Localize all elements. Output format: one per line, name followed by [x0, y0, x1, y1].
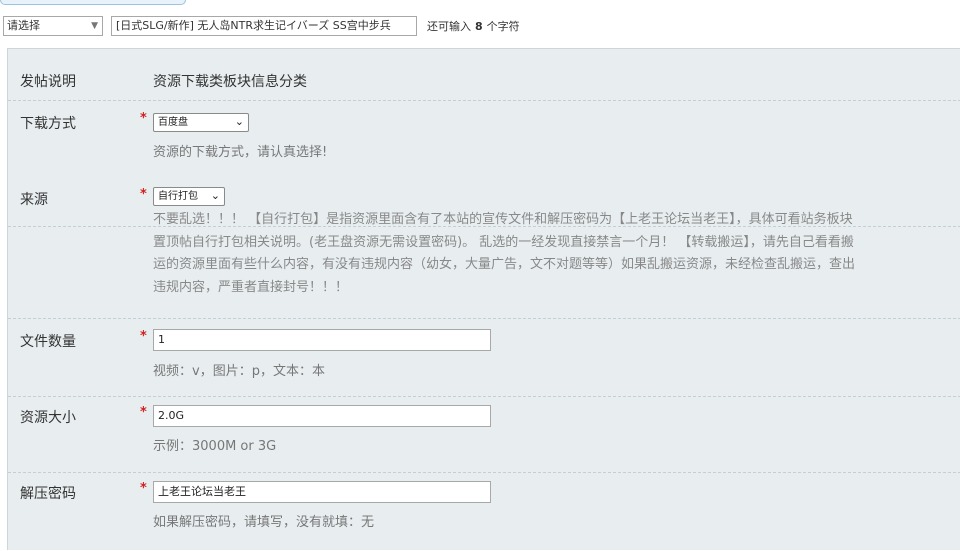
required-mark: * — [140, 405, 147, 420]
file-count-hint: 视频：v，图片：p，文本：本 — [153, 364, 325, 379]
chevron-down-icon: ⌄ — [210, 189, 220, 202]
posting-note-value: 资源下载类板块信息分类 — [153, 74, 307, 90]
top-tab-stub — [0, 0, 186, 5]
required-mark: * — [140, 187, 147, 202]
source-row: 来源 * 自行打包 ⌄ 不要乱选！！！ 【自行打包】是指资源里面含有了本站的宣传… — [8, 177, 960, 319]
unzip-password-input[interactable]: 上老王论坛当老王 — [153, 481, 491, 503]
unzip-password-hint: 如果解压密码，请填写，没有就填：无 — [153, 515, 375, 530]
char-remaining-count: 8 — [475, 20, 483, 33]
download-method-label: 下载方式 — [20, 116, 76, 132]
post-info-form: 发帖说明 资源下载类板块信息分类 下载方式 * 百度盘 ⌄ 资源的下载方式，请认… — [7, 48, 960, 550]
source-hint-line: 运的资源里面有些什么内容，有没有违规内容（幼女，大量广告，文不对题等等）如果乱搬… — [153, 257, 856, 272]
char-remaining-hint: 还可输入 8 个字符 — [427, 20, 520, 33]
source-hint-line: 违规内容，严重者直接封号！！！ — [153, 279, 349, 295]
posting-note-label: 发帖说明 — [20, 74, 76, 90]
source-hint-line: 置顶帖自行打包相关说明。(老王盘资源无需设置密码)。 乱选的一经发现直接禁言一个… — [153, 234, 854, 250]
title-row: 请选择 ▼ [日式SLG/新作] 无人岛NTR求生记イバーズ SS宫中步兵 还可… — [0, 10, 960, 42]
download-method-hint: 资源的下载方式，请认真选择! — [153, 145, 328, 160]
source-hint-line: 不要乱选！！！ 【自行打包】是指资源里面含有了本站的宣传文件和解压密码为【上老王… — [153, 212, 853, 227]
chevron-down-icon: ▼ — [91, 21, 98, 31]
required-mark: * — [140, 111, 147, 126]
unzip-password-row: 解压密码 * 上老王论坛当老王 如果解压密码，请填写，没有就填：无 — [8, 473, 960, 551]
post-type-select-value: 请选择 — [7, 19, 40, 32]
chevron-down-icon: ⌄ — [234, 115, 244, 128]
download-method-select[interactable]: 百度盘 ⌄ — [153, 113, 249, 132]
download-method-select-value: 百度盘 — [158, 117, 188, 128]
source-label: 来源 — [20, 192, 48, 208]
source-select-value: 自行打包 — [158, 191, 198, 202]
required-mark: * — [140, 481, 147, 496]
post-title-input[interactable]: [日式SLG/新作] 无人岛NTR求生记イバーズ SS宫中步兵 — [111, 16, 417, 36]
file-count-label: 文件数量 — [20, 334, 76, 350]
unzip-password-label: 解压密码 — [20, 486, 76, 502]
file-count-input[interactable]: 1 — [153, 329, 491, 351]
resource-size-row: 资源大小 * 2.0G 示例：3000M or 3G — [8, 397, 960, 473]
posting-note-row: 发帖说明 资源下载类板块信息分类 — [8, 49, 960, 101]
resource-size-input[interactable]: 2.0G — [153, 405, 491, 427]
required-mark: * — [140, 329, 147, 344]
post-type-select[interactable]: 请选择 ▼ — [3, 16, 103, 36]
source-select[interactable]: 自行打包 ⌄ — [153, 187, 225, 206]
resource-size-hint: 示例：3000M or 3G — [153, 439, 277, 454]
resource-size-label: 资源大小 — [20, 410, 76, 426]
source-hint: 不要乱选！！！ 【自行打包】是指资源里面含有了本站的宣传文件和解压密码为【上老王… — [153, 209, 958, 299]
file-count-row: 文件数量 * 1 视频：v，图片：p，文本：本 — [8, 319, 960, 397]
